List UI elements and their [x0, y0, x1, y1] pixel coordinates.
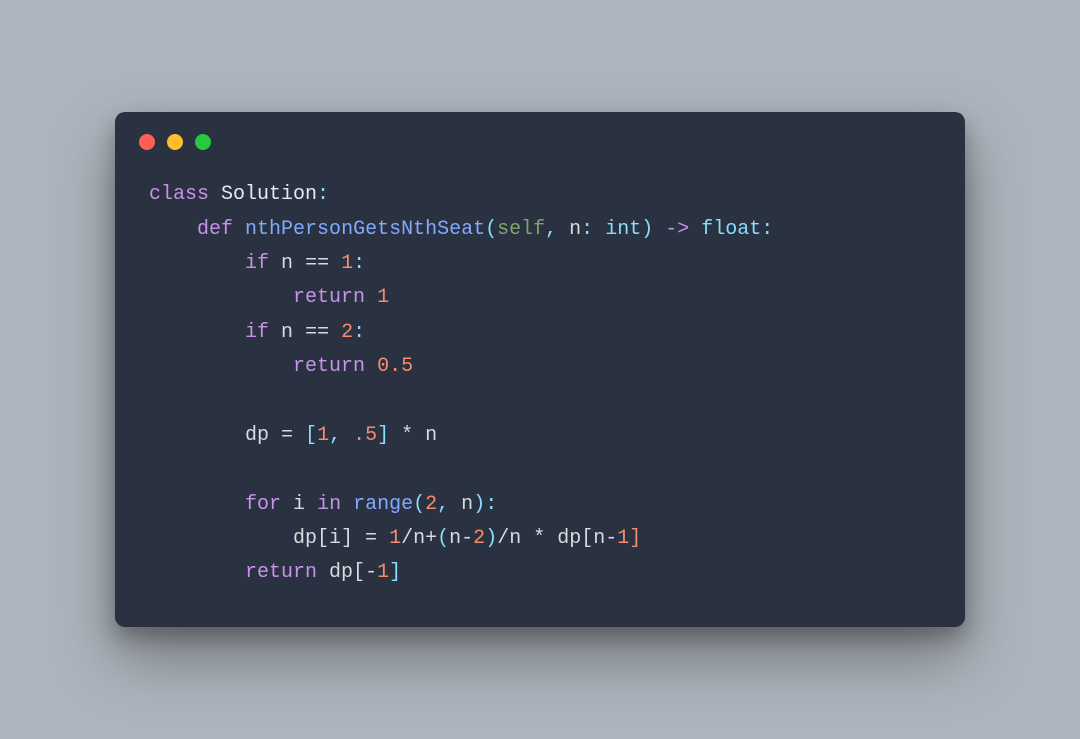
- colon6: :: [485, 493, 497, 516]
- expr-1: 1: [389, 527, 401, 550]
- r2: ): [485, 527, 497, 550]
- r-rparen: ): [473, 493, 485, 516]
- colon3: :: [761, 218, 773, 241]
- times: *: [521, 527, 557, 550]
- kw-if: if: [245, 252, 269, 275]
- lbrack: [: [305, 424, 317, 447]
- comma: ,: [545, 218, 569, 241]
- slash1: /: [401, 527, 413, 550]
- lparen: (: [485, 218, 497, 241]
- id-n2: n: [281, 321, 293, 344]
- range-n: n: [461, 493, 473, 516]
- kw-return2: return: [293, 355, 365, 378]
- colon4: :: [353, 252, 365, 275]
- r-lparen: (: [413, 493, 425, 516]
- class-name: Solution: [221, 183, 317, 206]
- one-e: 1: [377, 561, 389, 584]
- neg: -: [365, 561, 377, 584]
- expr-n2: n: [509, 527, 521, 550]
- close-icon[interactable]: [139, 134, 155, 150]
- dp-i: dp[i]: [293, 527, 353, 550]
- eqeq: ==: [293, 252, 341, 275]
- rbrack: ]: [377, 424, 389, 447]
- num-2: 2: [341, 321, 353, 344]
- comma3: ,: [437, 493, 461, 516]
- eqeq2: ==: [293, 321, 341, 344]
- num-0-5: 0.5: [377, 355, 413, 378]
- dp-nm1: dp[n: [557, 527, 605, 550]
- kw-return: return: [293, 286, 365, 309]
- kw-return3: return: [245, 561, 317, 584]
- num-1b: 1: [377, 286, 389, 309]
- l2: (: [437, 527, 449, 550]
- assign2: =: [353, 527, 389, 550]
- code-block: class Solution: def nthPersonGetsNthSeat…: [115, 178, 965, 603]
- close-b: ]: [389, 561, 401, 584]
- minus2: -: [605, 527, 617, 550]
- slash2: /: [497, 527, 509, 550]
- n-in: n: [449, 527, 461, 550]
- num-1: 1: [341, 252, 353, 275]
- minus: -: [461, 527, 473, 550]
- star-n: * n: [389, 424, 437, 447]
- colon: :: [317, 183, 329, 206]
- ret-dp: dp[: [329, 561, 365, 584]
- colon5: :: [353, 321, 365, 344]
- id-dp: dp: [245, 424, 269, 447]
- comma2: ,: [329, 424, 353, 447]
- kw-for: for: [245, 493, 281, 516]
- one-d: 1]: [617, 527, 641, 550]
- plus: +: [425, 527, 437, 550]
- colon2: :: [581, 218, 593, 241]
- code-window: class Solution: def nthPersonGetsNthSeat…: [115, 112, 965, 627]
- kw-in: in: [317, 493, 341, 516]
- type-float: float: [701, 218, 761, 241]
- expr-n: n: [413, 527, 425, 550]
- rparen: ): [641, 218, 653, 241]
- two: 2: [473, 527, 485, 550]
- minimize-icon[interactable]: [167, 134, 183, 150]
- id-i: i: [293, 493, 305, 516]
- type-int: int: [605, 218, 641, 241]
- zoom-icon[interactable]: [195, 134, 211, 150]
- fn-name: nthPersonGetsNthSeat: [245, 218, 485, 241]
- window-titlebar: [115, 112, 965, 160]
- kw-if2: if: [245, 321, 269, 344]
- kw-def: def: [197, 218, 233, 241]
- kw-class: class: [149, 183, 209, 206]
- num-1c: 1: [317, 424, 329, 447]
- id-n: n: [281, 252, 293, 275]
- self: self: [497, 218, 545, 241]
- arrow: ->: [653, 218, 701, 241]
- range-2: 2: [425, 493, 437, 516]
- stage: class Solution: def nthPersonGetsNthSeat…: [0, 0, 1080, 739]
- num-p5: .5: [353, 424, 377, 447]
- fn-range: range: [353, 493, 413, 516]
- assign: =: [269, 424, 305, 447]
- param-n: n: [569, 218, 581, 241]
